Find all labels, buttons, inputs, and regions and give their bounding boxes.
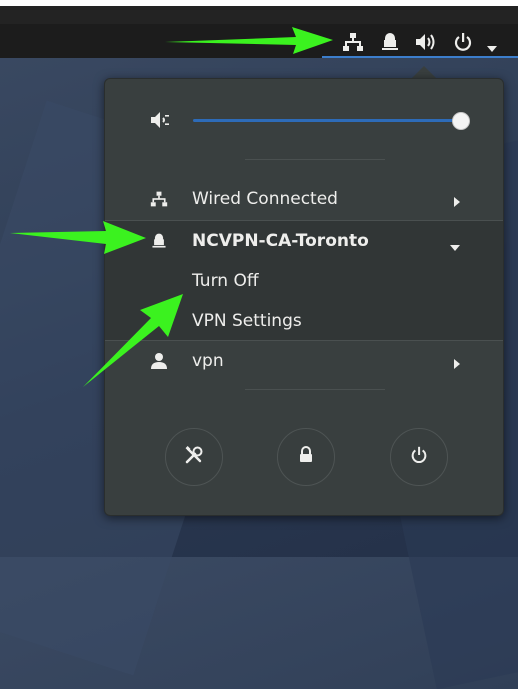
arrow-to-turn-off: [83, 294, 183, 387]
annotation-arrows: [10, 27, 333, 387]
arrow-to-vpn-item: [10, 221, 146, 254]
arrow-to-status-icons: [165, 27, 333, 54]
